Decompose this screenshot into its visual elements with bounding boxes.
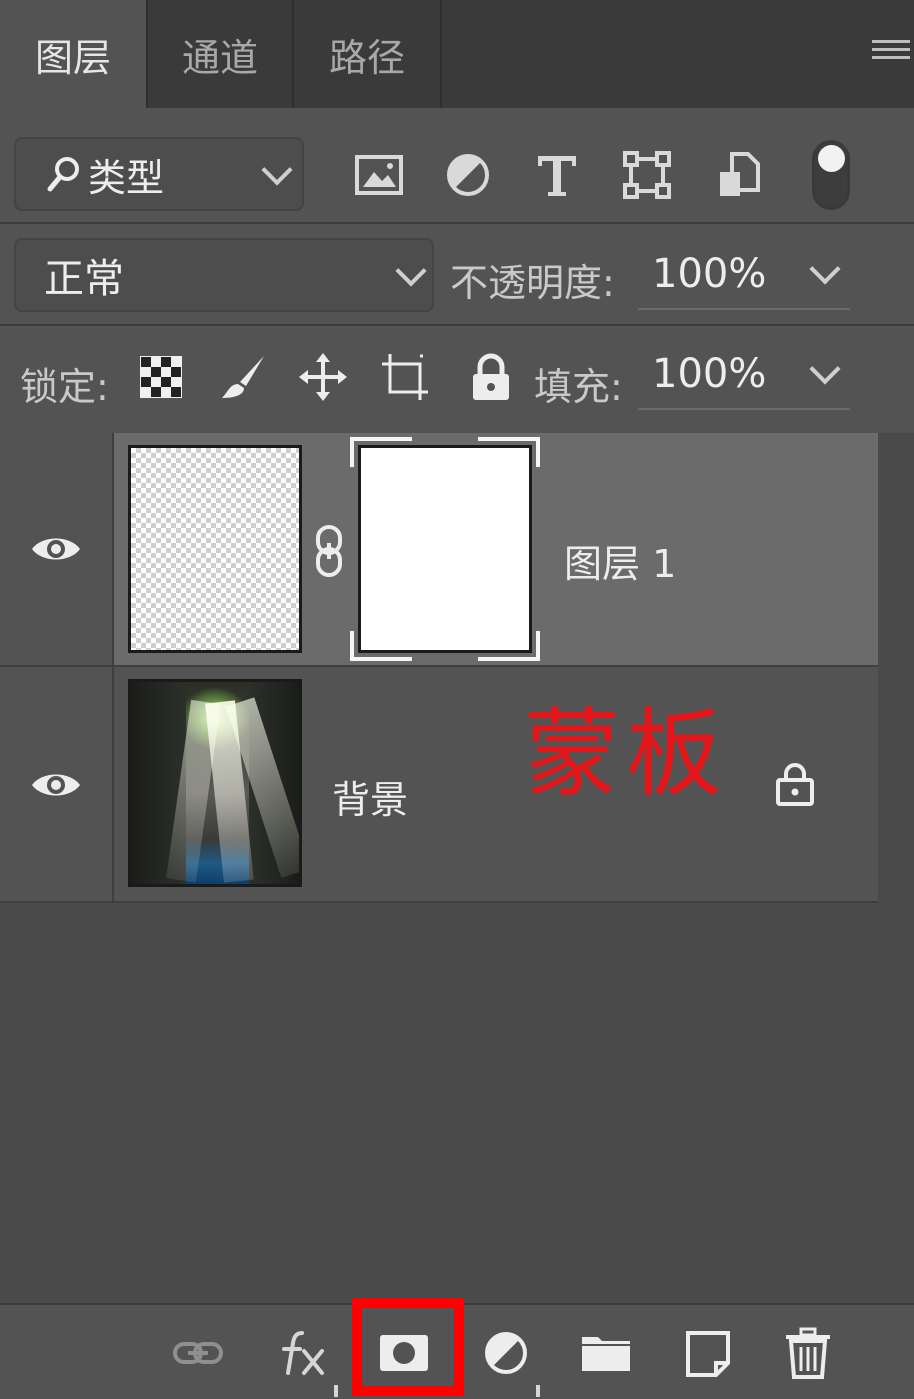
- divider: [0, 324, 914, 326]
- visibility-column: [0, 433, 114, 665]
- layer-row[interactable]: 图层 1: [0, 433, 878, 665]
- eye-icon[interactable]: [30, 769, 82, 801]
- chevron-down-icon: [395, 255, 427, 287]
- layer-thumbnail[interactable]: [128, 445, 302, 653]
- tab-channels[interactable]: 通道: [148, 0, 294, 108]
- search-icon: [47, 157, 79, 192]
- opacity-input[interactable]: 100%: [638, 240, 850, 310]
- fill-value: 100%: [652, 351, 767, 397]
- annotation-text: 蒙板: [524, 698, 728, 810]
- background-thumbnail[interactable]: [128, 679, 302, 887]
- image-filter-icon[interactable]: [354, 150, 404, 200]
- layer-filter-select[interactable]: 类型: [14, 137, 304, 211]
- text-filter-icon[interactable]: [532, 150, 582, 200]
- filter-toggle-knob: [818, 145, 845, 172]
- adjustment-filter-icon[interactable]: [443, 150, 493, 200]
- filter-type-label: 类型: [88, 155, 165, 200]
- link-layers-icon[interactable]: [172, 1327, 224, 1379]
- lock-position-icon[interactable]: [298, 352, 348, 402]
- fill-label: 填充:: [534, 365, 623, 409]
- lock-image-icon[interactable]: [218, 352, 268, 402]
- chevron-down-icon: [261, 154, 293, 186]
- layer-lock-icon[interactable]: [774, 762, 816, 806]
- menu-indicator: [536, 1385, 540, 1397]
- fx-icon[interactable]: [276, 1327, 328, 1379]
- group-folder-icon[interactable]: [580, 1327, 632, 1379]
- opacity-value: 100%: [652, 251, 767, 297]
- chevron-down-icon[interactable]: [809, 353, 841, 385]
- menu-indicator: [334, 1385, 338, 1397]
- blend-mode-label: 正常: [44, 256, 124, 302]
- opacity-label: 不透明度:: [450, 261, 615, 305]
- panel-tab-bar: 图层 通道 路径: [0, 0, 914, 108]
- adjustment-layer-icon[interactable]: [480, 1327, 532, 1379]
- chevron-down-icon[interactable]: [809, 253, 841, 285]
- tab-paths-label: 路径: [328, 35, 405, 80]
- tab-paths[interactable]: 路径: [294, 0, 442, 108]
- add-mask-highlight-box: [352, 1298, 464, 1396]
- layer-name[interactable]: 背景: [332, 769, 408, 824]
- new-layer-icon[interactable]: [682, 1327, 734, 1379]
- panel-menu-icon[interactable]: [872, 40, 910, 68]
- lock-transparent-icon[interactable]: [136, 352, 186, 402]
- visibility-column: [0, 667, 114, 901]
- layer-name[interactable]: 图层 1: [564, 533, 676, 588]
- smart-object-filter-icon[interactable]: [714, 150, 764, 200]
- layer-row[interactable]: 背景: [0, 667, 878, 903]
- tab-layers-label: 图层: [34, 35, 111, 80]
- eye-icon[interactable]: [30, 533, 82, 565]
- fill-input[interactable]: 100%: [638, 340, 850, 410]
- chain-link-icon[interactable]: [312, 525, 346, 577]
- blend-mode-select[interactable]: 正常: [14, 238, 434, 312]
- lock-artboard-icon[interactable]: [380, 352, 430, 402]
- layers-list: 图层 1 背景: [0, 433, 914, 1303]
- divider: [0, 222, 914, 224]
- layer-mask-thumbnail[interactable]: [358, 445, 532, 653]
- tab-layers[interactable]: 图层: [0, 0, 148, 108]
- tab-channels-label: 通道: [181, 35, 258, 80]
- filter-toggle[interactable]: [812, 140, 850, 210]
- lock-label: 锁定:: [20, 365, 109, 409]
- lock-all-icon[interactable]: [466, 352, 516, 402]
- trash-icon[interactable]: [782, 1327, 834, 1379]
- shape-filter-icon[interactable]: [622, 150, 672, 200]
